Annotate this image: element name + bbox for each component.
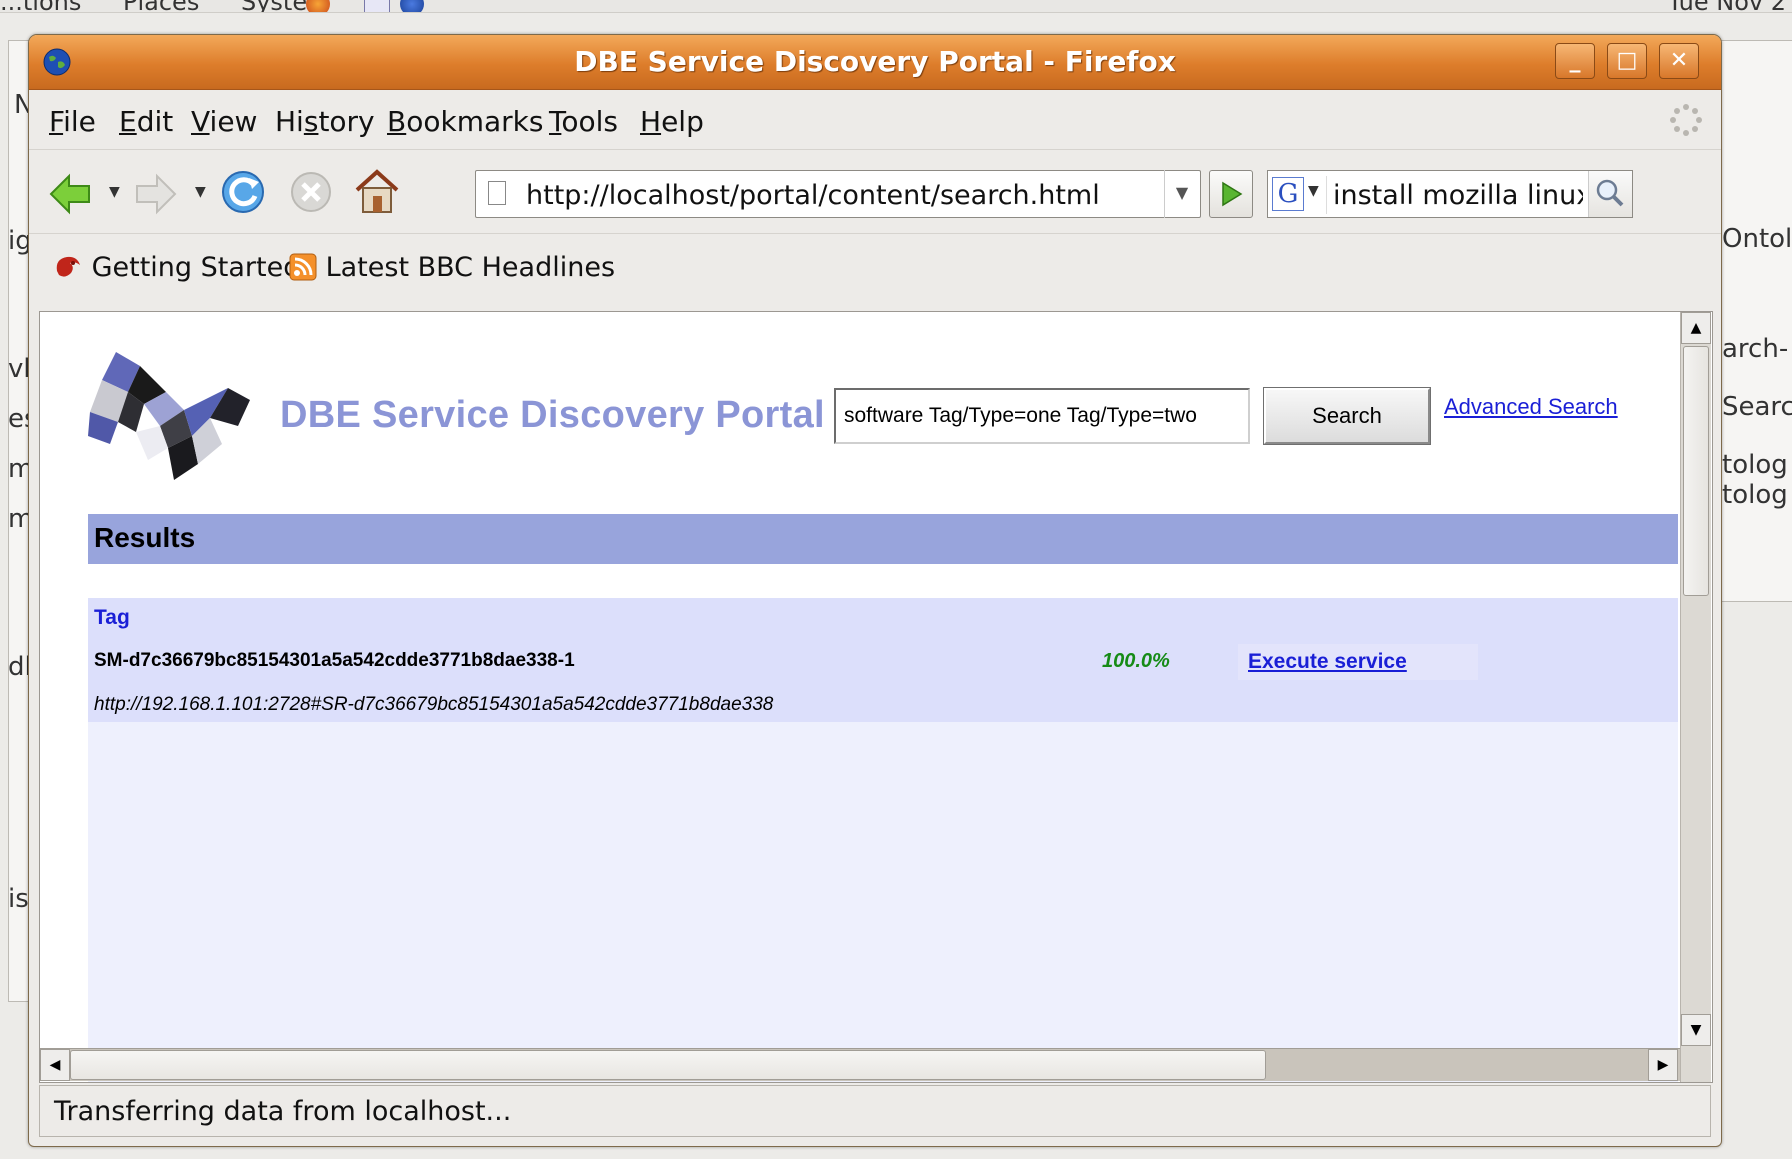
url-history-dropdown-icon[interactable]: ▼ bbox=[1164, 170, 1199, 218]
forward-arrow-icon[interactable] bbox=[133, 172, 179, 216]
service-query-input[interactable] bbox=[834, 388, 1250, 444]
result-item: Tag SM-d7c36679bc85154301a5a542cdde3771b… bbox=[88, 598, 1678, 722]
stop-icon[interactable] bbox=[289, 170, 333, 214]
maximize-button[interactable]: □ bbox=[1607, 43, 1647, 79]
background-text: tolog bbox=[1722, 480, 1788, 510]
scroll-down-arrow-icon[interactable]: ▼ bbox=[1681, 1014, 1711, 1046]
window-title: DBE Service Discovery Portal - Firefox bbox=[574, 45, 1176, 78]
background-text: Searc bbox=[1722, 392, 1792, 422]
mail-launcher-icon[interactable] bbox=[364, 0, 390, 12]
menu-bookmarks[interactable]: Bookmarks bbox=[387, 105, 543, 138]
scroll-left-arrow-icon[interactable]: ◀ bbox=[40, 1049, 70, 1081]
results-header: Results bbox=[88, 514, 1678, 564]
desktop-top-panel: ...tions Places System Tue Nov 2 bbox=[0, 0, 1792, 13]
bookmark-label: Latest BBC Headlines bbox=[325, 252, 616, 283]
bookmark-getting-started[interactable]: Getting Started bbox=[53, 252, 300, 283]
search-button[interactable]: Search bbox=[1263, 387, 1431, 445]
menu-tools[interactable]: Tools bbox=[549, 105, 618, 138]
search-bar[interactable]: G ▼ bbox=[1267, 170, 1633, 218]
results-list: Tag SM-d7c36679bc85154301a5a542cdde3771b… bbox=[88, 598, 1678, 1082]
background-text: Ontol bbox=[1722, 224, 1792, 254]
go-button[interactable] bbox=[1209, 170, 1253, 218]
vertical-scrollbar[interactable]: ▲ ▼ bbox=[1680, 312, 1711, 1082]
result-service-id: SM-d7c36679bc85154301a5a542cdde3771b8dae… bbox=[94, 650, 575, 671]
bookmark-bbc-headlines[interactable]: Latest BBC Headlines bbox=[289, 252, 615, 283]
back-arrow-icon[interactable] bbox=[47, 172, 93, 216]
vertical-scroll-thumb[interactable] bbox=[1683, 346, 1709, 596]
menu-help[interactable]: Help bbox=[640, 105, 704, 138]
forward-dropdown-icon[interactable]: ▼ bbox=[195, 184, 206, 200]
bookmark-label: Getting Started bbox=[91, 252, 301, 283]
reload-icon[interactable] bbox=[219, 168, 267, 216]
menu-file[interactable]: File bbox=[49, 105, 96, 138]
menu-history[interactable]: History bbox=[275, 105, 375, 138]
result-tag-link[interactable]: Tag bbox=[94, 606, 130, 630]
magnifier-icon bbox=[1596, 179, 1624, 207]
firefox-launcher-icon[interactable] bbox=[306, 0, 330, 12]
home-icon[interactable] bbox=[353, 166, 401, 216]
navigation-toolbar: ▼ ▼ ▼ G ▼ bbox=[29, 149, 1721, 234]
menu-view[interactable]: View bbox=[191, 105, 257, 138]
firefox-icon bbox=[56, 256, 80, 277]
menubar: File Edit View History Bookmarks Tools H… bbox=[29, 91, 1721, 149]
address-bar[interactable]: ▼ bbox=[475, 170, 1201, 218]
help-launcher-icon[interactable] bbox=[400, 0, 424, 12]
throbber-icon bbox=[1670, 104, 1702, 136]
advanced-search-link[interactable]: Advanced Search bbox=[1444, 394, 1618, 420]
search-engine-icon[interactable]: G bbox=[1272, 177, 1304, 211]
background-text: tolog bbox=[1722, 450, 1788, 480]
back-dropdown-icon[interactable]: ▼ bbox=[109, 184, 120, 200]
site-title: DBE Service Discovery Portal bbox=[280, 394, 825, 436]
menu-edit[interactable]: Edit bbox=[119, 105, 173, 138]
bookmarks-toolbar: Getting Started Latest BBC Headlines bbox=[29, 233, 1721, 310]
execute-service-link[interactable]: Execute service bbox=[1248, 650, 1407, 674]
page-viewport: DBE Service Discovery Portal Search Adva… bbox=[39, 311, 1713, 1083]
panel-menu-places[interactable]: Places bbox=[123, 0, 199, 12]
result-service-url: http://192.168.1.101:2728#SR-d7c36679bc8… bbox=[94, 694, 774, 715]
background-text: arch- bbox=[1722, 334, 1789, 364]
rss-feed-icon bbox=[289, 253, 317, 281]
background-text: is bbox=[8, 884, 29, 914]
dbe-butterfly-logo bbox=[88, 352, 250, 480]
search-engine-dropdown-icon[interactable]: ▼ bbox=[1308, 183, 1319, 199]
window-titlebar[interactable]: DBE Service Discovery Portal - Firefox _… bbox=[29, 35, 1721, 90]
result-match-score: 100.0% bbox=[1102, 650, 1170, 672]
close-button[interactable]: ✕ bbox=[1659, 43, 1699, 79]
horizontal-scroll-thumb[interactable] bbox=[70, 1050, 1266, 1080]
go-arrow-icon bbox=[1222, 181, 1243, 207]
minimize-button[interactable]: _ bbox=[1555, 43, 1595, 79]
page-icon bbox=[488, 181, 506, 205]
search-input[interactable] bbox=[1326, 176, 1585, 214]
search-button[interactable] bbox=[1588, 171, 1632, 217]
panel-clock[interactable]: Tue Nov 2 bbox=[1668, 0, 1786, 12]
status-text: Transferring data from localhost... bbox=[54, 1096, 512, 1127]
panel-menu-applications[interactable]: ...tions bbox=[0, 0, 81, 12]
horizontal-scrollbar[interactable]: ◀ ▶ bbox=[40, 1048, 1680, 1081]
results-heading: Results bbox=[94, 522, 196, 553]
url-input[interactable] bbox=[524, 176, 1138, 214]
scroll-right-arrow-icon[interactable]: ▶ bbox=[1648, 1049, 1678, 1081]
firefox-window: DBE Service Discovery Portal - Firefox _… bbox=[28, 34, 1722, 1147]
scroll-up-arrow-icon[interactable]: ▲ bbox=[1681, 312, 1711, 344]
status-bar: Transferring data from localhost... bbox=[39, 1085, 1711, 1137]
